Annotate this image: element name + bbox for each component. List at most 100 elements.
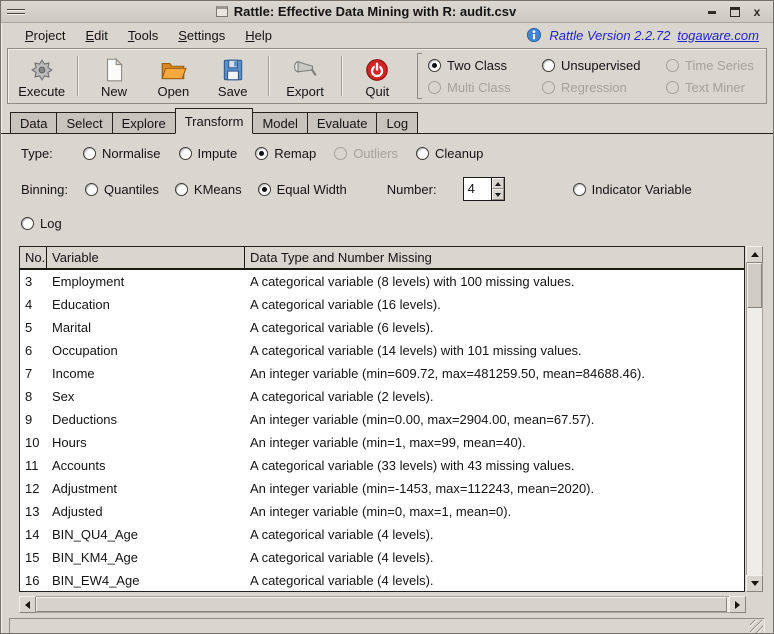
radio-two-class[interactable]: Two Class bbox=[428, 58, 540, 73]
radio-quantiles[interactable]: Quantiles bbox=[85, 182, 159, 197]
cell-variable: Employment bbox=[52, 274, 125, 289]
minimize-icon[interactable] bbox=[707, 6, 719, 18]
cell-no: 3 bbox=[25, 274, 33, 289]
radio-outliers: Outliers bbox=[334, 146, 398, 161]
save-floppy-icon bbox=[223, 59, 242, 81]
save-button[interactable]: Save bbox=[203, 51, 262, 101]
window-title: Rattle: Effective Data Mining with R: au… bbox=[233, 4, 517, 19]
radio-kmeans[interactable]: KMeans bbox=[174, 182, 242, 197]
cell-no: 8 bbox=[25, 389, 33, 404]
table-row[interactable]: 12 Adjustment An integer variable (min=-… bbox=[20, 477, 744, 500]
radio-dot bbox=[174, 182, 188, 196]
vertical-scroll-thumb[interactable] bbox=[747, 263, 762, 308]
scroll-up-icon[interactable] bbox=[746, 246, 763, 263]
scroll-left-icon[interactable] bbox=[19, 596, 36, 613]
tab-transform[interactable]: Transform bbox=[174, 108, 254, 134]
vertical-scroll-track[interactable] bbox=[746, 263, 763, 575]
tab-data[interactable]: Data bbox=[10, 112, 58, 133]
export-horn-icon bbox=[294, 61, 317, 76]
radio-log[interactable]: Log bbox=[21, 216, 62, 231]
radio-unsupervised[interactable]: Unsupervised bbox=[542, 58, 664, 73]
cell-variable: Hours bbox=[52, 435, 87, 450]
table-row[interactable]: 9 Deductions An integer variable (min=0.… bbox=[20, 408, 744, 431]
cell-variable: Occupation bbox=[52, 343, 118, 358]
togaware-link[interactable]: togaware.com bbox=[677, 28, 759, 43]
cell-datatype: A categorical variable (14 levels) with … bbox=[250, 343, 582, 358]
cell-no: 10 bbox=[25, 435, 40, 450]
table-row[interactable]: 4 Education A categorical variable (16 l… bbox=[20, 293, 744, 316]
tab-select[interactable]: Select bbox=[56, 112, 113, 133]
type-label: Type: bbox=[21, 145, 53, 161]
table-row[interactable]: 15 BIN_KM4_Age A categorical variable (4… bbox=[20, 546, 744, 569]
cell-datatype: A categorical variable (4 levels). bbox=[250, 550, 434, 565]
tab-log[interactable]: Log bbox=[376, 112, 419, 133]
toolbar-separator bbox=[340, 56, 342, 96]
cell-datatype: An integer variable (min=-1453, max=1122… bbox=[250, 481, 595, 496]
horizontal-scroll-thumb[interactable] bbox=[36, 597, 727, 612]
cell-datatype: A categorical variable (33 levels) with … bbox=[250, 458, 575, 473]
cell-variable: Adjusted bbox=[52, 504, 103, 519]
window-title-area: Rattle: Effective Data Mining with R: au… bbox=[25, 4, 707, 19]
cell-no: 4 bbox=[25, 297, 33, 312]
table-row[interactable]: 6 Occupation A categorical variable (14 … bbox=[20, 339, 744, 362]
menu-settings[interactable]: Settings bbox=[168, 26, 235, 45]
radio-normalise[interactable]: Normalise bbox=[83, 146, 161, 161]
spin-up-icon[interactable] bbox=[491, 178, 504, 189]
horizontal-scroll-track[interactable] bbox=[36, 596, 729, 613]
toolbar-separator bbox=[77, 56, 79, 96]
menu-help[interactable]: Help bbox=[235, 26, 282, 45]
table-row[interactable]: 3 Employment A categorical variable (8 l… bbox=[20, 270, 744, 293]
table-row[interactable]: 7 Income An integer variable (min=609.72… bbox=[20, 362, 744, 385]
radio-text-miner: Text Miner bbox=[666, 80, 762, 95]
table-row[interactable]: 8 Sex A categorical variable (2 levels). bbox=[20, 385, 744, 408]
vertical-scrollbar[interactable] bbox=[746, 246, 763, 592]
menu-project[interactable]: Project bbox=[15, 26, 75, 45]
maximize-icon[interactable] bbox=[729, 6, 741, 18]
table-row[interactable]: 14 BIN_QU4_Age A categorical variable (4… bbox=[20, 523, 744, 546]
scroll-right-icon[interactable] bbox=[729, 596, 746, 613]
tab-model[interactable]: Model bbox=[252, 112, 308, 133]
tab-explore[interactable]: Explore bbox=[111, 112, 176, 133]
cell-variable: BIN_EW4_Age bbox=[52, 573, 140, 588]
radio-equal-width[interactable]: Equal Width bbox=[257, 182, 347, 197]
horizontal-scrollbar[interactable] bbox=[19, 596, 746, 613]
number-value[interactable]: 4 bbox=[464, 178, 491, 200]
cell-variable: Accounts bbox=[52, 458, 106, 473]
column-header-no: No. bbox=[20, 247, 47, 268]
cell-variable: Income bbox=[52, 366, 95, 381]
radio-indicator-variable[interactable]: Indicator Variable bbox=[572, 182, 692, 197]
new-button[interactable]: New bbox=[84, 51, 143, 101]
export-button[interactable]: Export bbox=[275, 51, 334, 101]
radio-dot bbox=[257, 182, 271, 196]
menu-tools[interactable]: Tools bbox=[118, 26, 168, 45]
resize-grip[interactable] bbox=[750, 620, 763, 633]
binning-option-row: Binning: Quantiles KMeans Equal Width Nu… bbox=[1, 170, 773, 208]
menubar: Project Edit Tools Settings Help Rattle … bbox=[1, 23, 773, 47]
type-option-row: Type: Normalise Impute Remap Outliers Cl… bbox=[1, 136, 773, 170]
open-button[interactable]: Open bbox=[144, 51, 203, 101]
spin-down-icon[interactable] bbox=[491, 189, 504, 200]
tabstrip: Data Select Explore Transform Model Eval… bbox=[1, 104, 773, 134]
quit-button[interactable]: Quit bbox=[348, 51, 407, 101]
window-menu-icon[interactable] bbox=[7, 5, 25, 19]
radio-cleanup[interactable]: Cleanup bbox=[415, 146, 483, 161]
scroll-down-icon[interactable] bbox=[746, 575, 763, 592]
close-icon[interactable]: x bbox=[751, 6, 763, 18]
table-row[interactable]: 13 Adjusted An integer variable (min=0, … bbox=[20, 500, 744, 523]
cell-no: 7 bbox=[25, 366, 33, 381]
menu-edit[interactable]: Edit bbox=[75, 26, 117, 45]
cell-datatype: A categorical variable (4 levels). bbox=[250, 573, 434, 588]
table-row[interactable]: 16 BIN_EW4_Age A categorical variable (4… bbox=[20, 569, 744, 591]
cell-datatype: An integer variable (min=1, max=99, mean… bbox=[250, 435, 526, 450]
cell-no: 6 bbox=[25, 343, 33, 358]
table-row[interactable]: 5 Marital A categorical variable (6 leve… bbox=[20, 316, 744, 339]
number-spinbox[interactable]: 4 bbox=[462, 177, 505, 201]
cell-datatype: An integer variable (min=609.72, max=481… bbox=[250, 366, 645, 381]
table-row[interactable]: 10 Hours An integer variable (min=1, max… bbox=[20, 431, 744, 454]
radio-impute[interactable]: Impute bbox=[178, 146, 237, 161]
radio-remap[interactable]: Remap bbox=[255, 146, 316, 161]
table-row[interactable]: 11 Accounts A categorical variable (33 l… bbox=[20, 454, 744, 477]
radio-dot bbox=[428, 80, 442, 94]
tab-evaluate[interactable]: Evaluate bbox=[306, 112, 378, 133]
execute-button[interactable]: Execute bbox=[12, 51, 71, 101]
